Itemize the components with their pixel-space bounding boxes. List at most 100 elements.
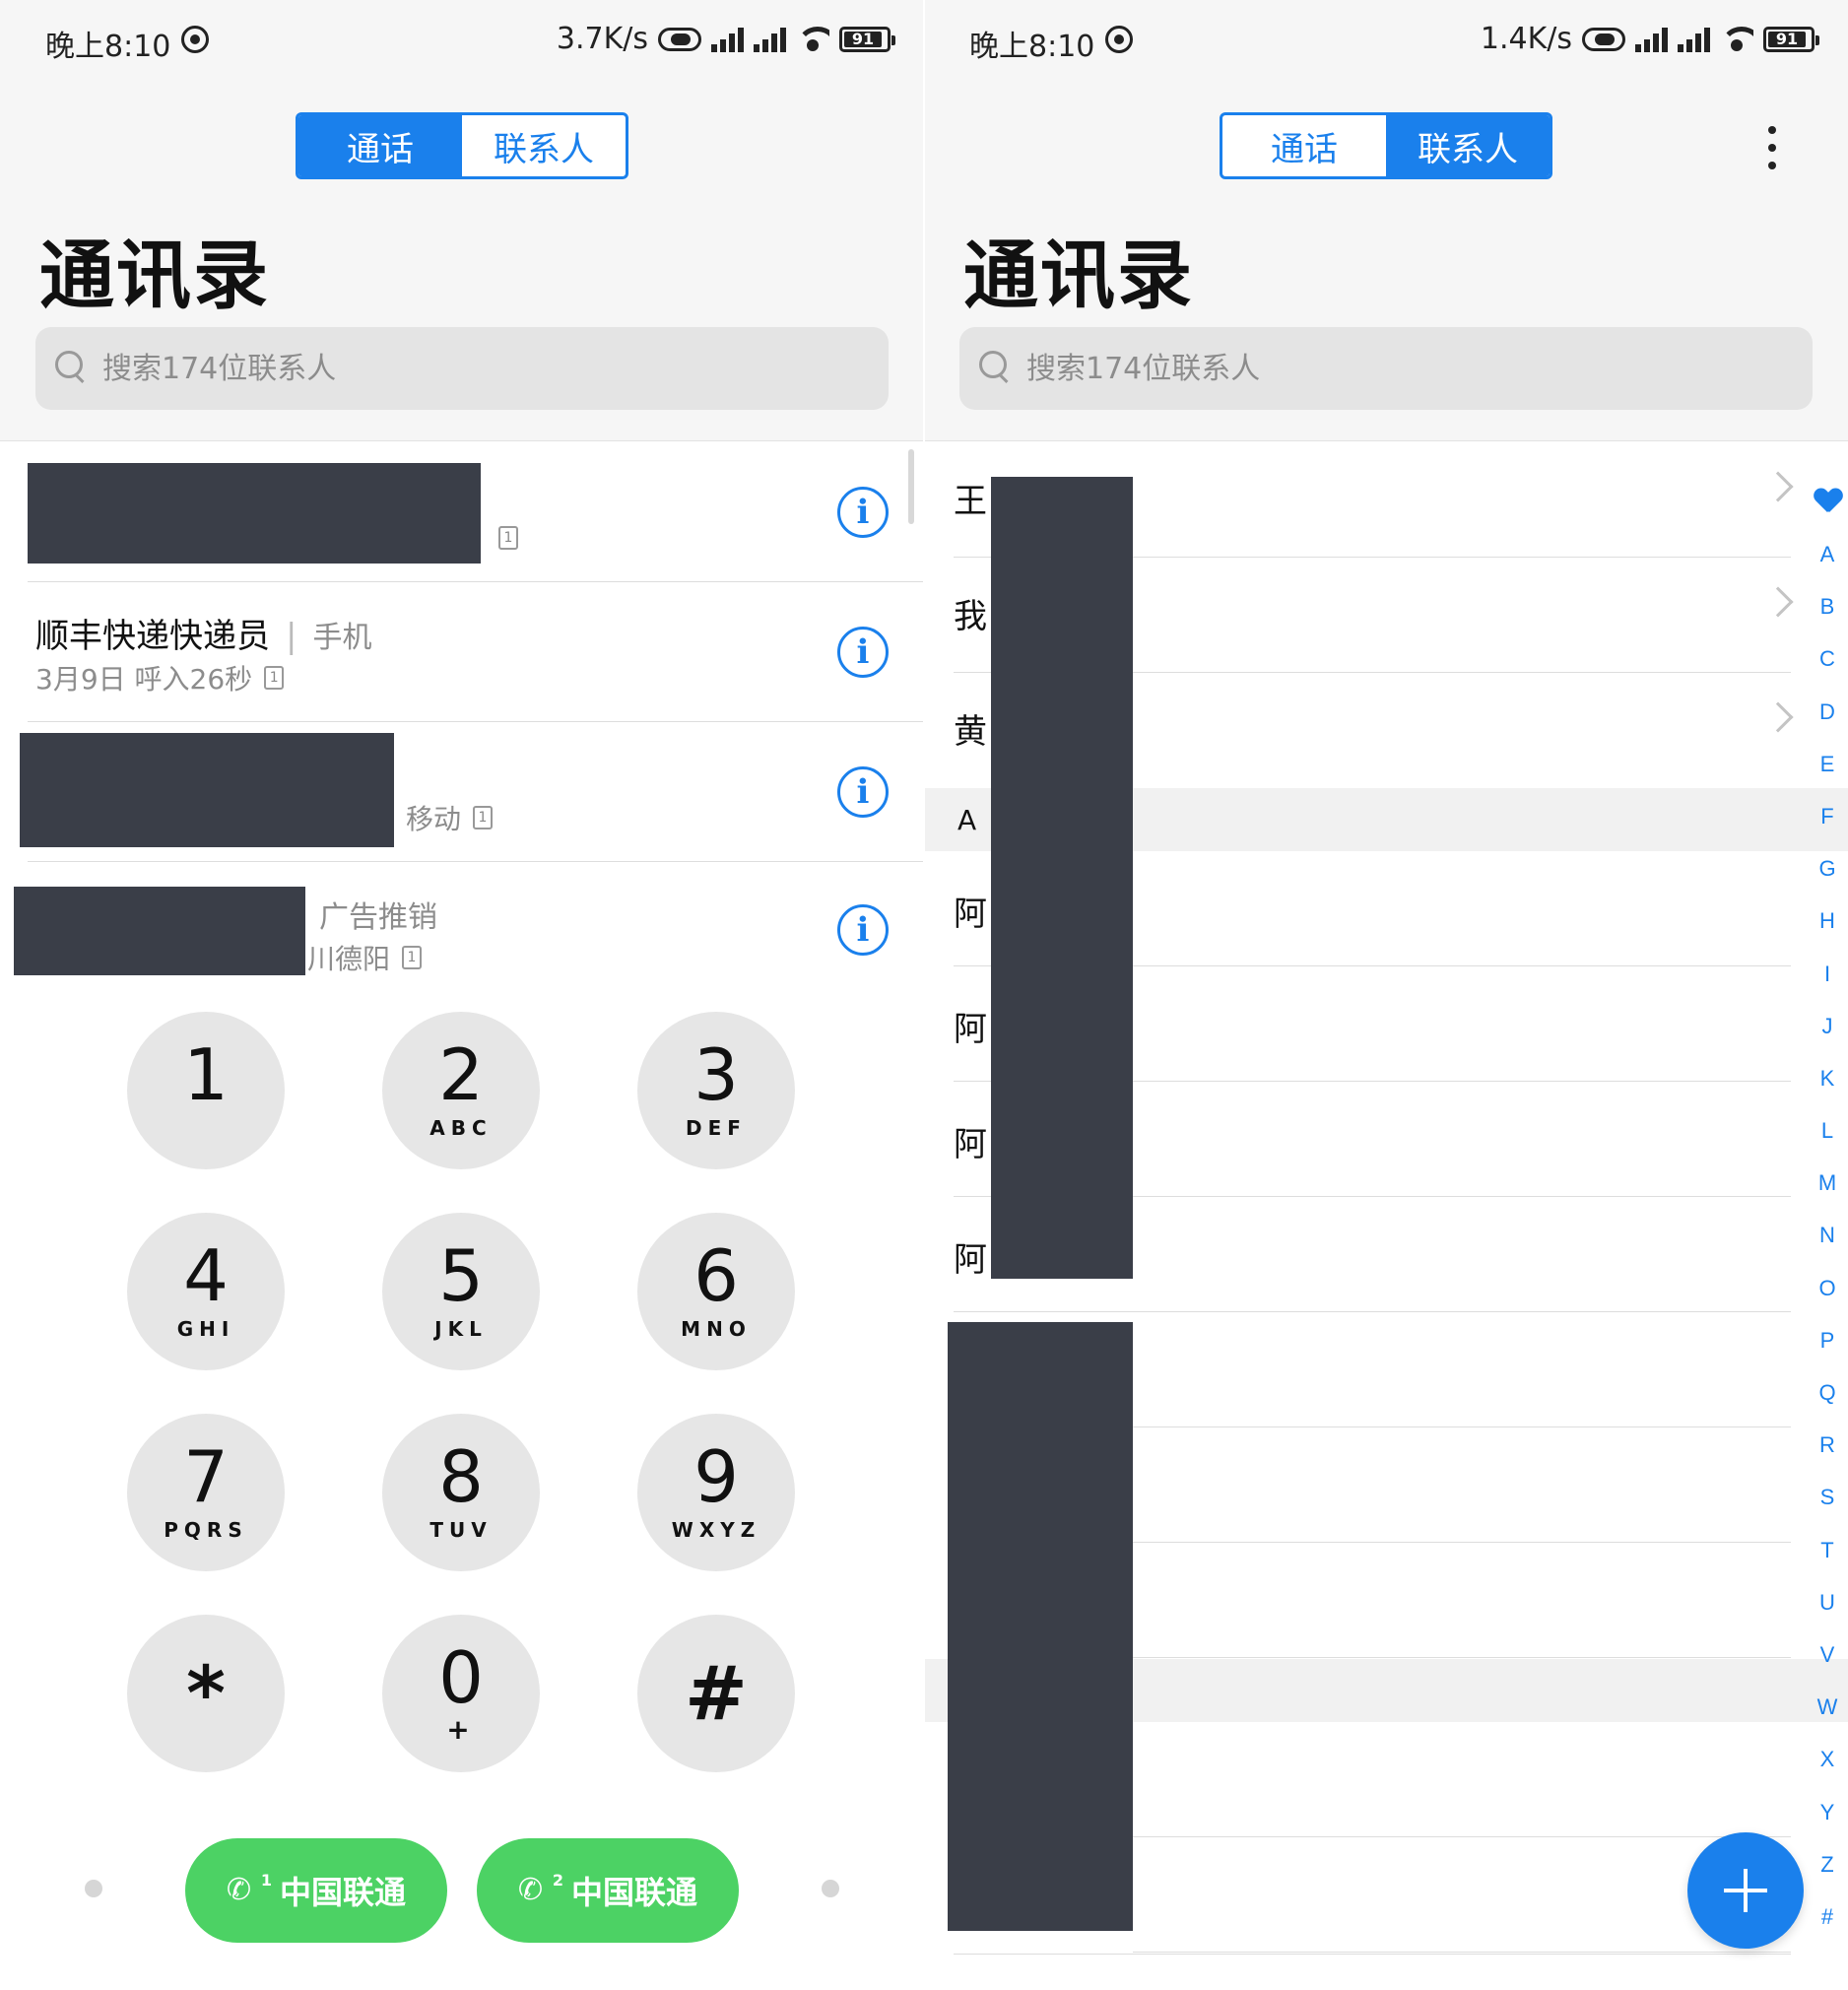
key-digit: 4 <box>183 1234 229 1317</box>
key-digit: 3 <box>693 1033 739 1116</box>
key-6[interactable]: 6 MNO <box>637 1213 795 1370</box>
key-letters: WXYZ <box>671 1518 761 1542</box>
contact-row[interactable] <box>1133 1543 1791 1658</box>
contact-row[interactable] <box>1133 1427 1791 1543</box>
key-digit: 7 <box>183 1435 229 1518</box>
info-button[interactable]: i <box>837 487 889 538</box>
info-button[interactable]: i <box>837 627 889 678</box>
index-letter[interactable]: J <box>1822 1000 1833 1052</box>
key-letters: PQRS <box>164 1518 248 1542</box>
info-button[interactable]: i <box>837 766 889 818</box>
key-0[interactable]: 0 + <box>382 1615 540 1772</box>
index-letter[interactable]: N <box>1819 1209 1835 1261</box>
index-letter[interactable]: O <box>1818 1262 1835 1314</box>
redacted-block <box>14 887 305 975</box>
index-letter[interactable]: P <box>1820 1314 1835 1366</box>
section-letter: A <box>957 804 977 836</box>
add-contact-button[interactable] <box>1687 1832 1804 1949</box>
index-letter[interactable]: Q <box>1818 1366 1835 1419</box>
row-divider <box>954 1954 1791 1955</box>
call-sim2-button[interactable]: ✆ 2 中国联通 <box>477 1838 739 1943</box>
battery-level: 91 <box>844 31 882 47</box>
key-letters: TUV <box>429 1518 493 1542</box>
index-letter[interactable]: Y <box>1820 1786 1835 1838</box>
phone-icon: ✆ 2 <box>518 1871 563 1908</box>
key-7[interactable]: 7 PQRS <box>127 1414 285 1571</box>
more-menu-icon[interactable] <box>1767 126 1777 169</box>
index-letter[interactable]: L <box>1821 1104 1833 1157</box>
call-name: 顺丰快递快递员 <box>35 617 270 656</box>
tab-contacts[interactable]: 联系人 <box>462 115 626 176</box>
key-digit: # <box>685 1649 748 1737</box>
index-letter[interactable]: T <box>1820 1524 1833 1576</box>
index-letter[interactable]: Z <box>1820 1838 1833 1890</box>
call-row[interactable]: 顺丰快递快递员 | 手机 <box>35 609 371 657</box>
segmented-control: 通话 联系人 <box>296 112 628 179</box>
search-bar[interactable] <box>959 327 1813 410</box>
key-digit: 6 <box>693 1234 739 1317</box>
index-letter[interactable]: F <box>1820 790 1833 842</box>
call-detail: 移动 <box>406 803 462 835</box>
battery-icon: 91 <box>839 26 895 52</box>
contacts-screen: 晚上8:10 1.4K/s 91 通话 联系人 通讯录 王 <box>924 0 1848 1990</box>
network-speed: 1.4K/s <box>1480 22 1572 56</box>
key-letters: DEF <box>686 1116 747 1140</box>
key-digit: 1 <box>183 1033 229 1116</box>
info-button[interactable]: i <box>837 904 889 956</box>
key-digit: 9 <box>693 1435 739 1518</box>
key-8[interactable]: 8 TUV <box>382 1414 540 1571</box>
search-input[interactable] <box>1026 345 1775 392</box>
key-4[interactable]: 4 GHI <box>127 1213 285 1370</box>
key-star[interactable]: * <box>127 1615 285 1772</box>
wifi-icon <box>1720 26 1753 52</box>
index-letter[interactable]: X <box>1820 1733 1835 1785</box>
call-sim1-button[interactable]: ✆ 1 中国联通 <box>185 1838 447 1943</box>
sim-number: 2 <box>552 1871 563 1890</box>
scrollbar[interactable] <box>908 449 914 524</box>
key-3[interactable]: 3 DEF <box>637 1012 795 1169</box>
key-letters: MNO <box>681 1317 752 1341</box>
alphabet-index[interactable]: A B C D E F G H I J K L M N O P Q R S T … <box>1813 489 1842 1943</box>
wifi-icon <box>796 26 829 52</box>
index-letter[interactable]: U <box>1819 1576 1835 1628</box>
key-letters: JKL <box>434 1317 488 1341</box>
page-title: 通讯录 <box>963 232 1194 319</box>
tab-contacts[interactable]: 联系人 <box>1386 115 1550 176</box>
index-letter[interactable]: D <box>1819 686 1835 738</box>
call-type: 手机 <box>312 621 372 655</box>
search-input[interactable] <box>102 345 851 392</box>
index-letter[interactable]: K <box>1820 1052 1835 1104</box>
index-letter[interactable]: C <box>1819 632 1835 685</box>
index-letter[interactable]: # <box>1821 1890 1833 1943</box>
tab-calls[interactable]: 通话 <box>1222 115 1386 176</box>
index-letter[interactable]: E <box>1820 738 1835 790</box>
index-letter[interactable]: I <box>1824 948 1830 1000</box>
index-letter[interactable]: A <box>1820 528 1835 580</box>
key-1[interactable]: 1 <box>127 1012 285 1169</box>
contact-row[interactable] <box>1133 1722 1791 1837</box>
index-letter[interactable]: B <box>1820 580 1835 632</box>
search-icon <box>979 351 1009 380</box>
index-letter[interactable]: S <box>1820 1471 1835 1523</box>
index-letter[interactable]: V <box>1820 1628 1835 1681</box>
page-indicator-dot <box>822 1880 839 1897</box>
sim-badge: 1 <box>473 806 494 829</box>
sim-number: 1 <box>260 1871 272 1890</box>
index-letter[interactable]: H <box>1819 895 1835 947</box>
key-hash[interactable]: # <box>637 1615 795 1772</box>
row-divider <box>28 861 924 862</box>
key-2[interactable]: 2 ABC <box>382 1012 540 1169</box>
index-letter[interactable]: G <box>1818 842 1835 895</box>
index-letter[interactable]: R <box>1819 1419 1835 1471</box>
key-9[interactable]: 9 WXYZ <box>637 1414 795 1571</box>
tab-calls[interactable]: 通话 <box>298 115 462 176</box>
favorites-heart-icon[interactable] <box>1815 489 1840 514</box>
key-5[interactable]: 5 JKL <box>382 1213 540 1370</box>
contact-row[interactable] <box>1133 1312 1791 1427</box>
call-detail-line: 3月9日 呼入26秒 1 <box>35 658 285 697</box>
status-indicators: 1.4K/s 91 <box>1480 22 1819 56</box>
index-letter[interactable]: M <box>1818 1157 1836 1209</box>
search-bar[interactable] <box>35 327 889 410</box>
index-letter[interactable]: W <box>1817 1681 1838 1733</box>
sync-icon <box>181 26 209 53</box>
